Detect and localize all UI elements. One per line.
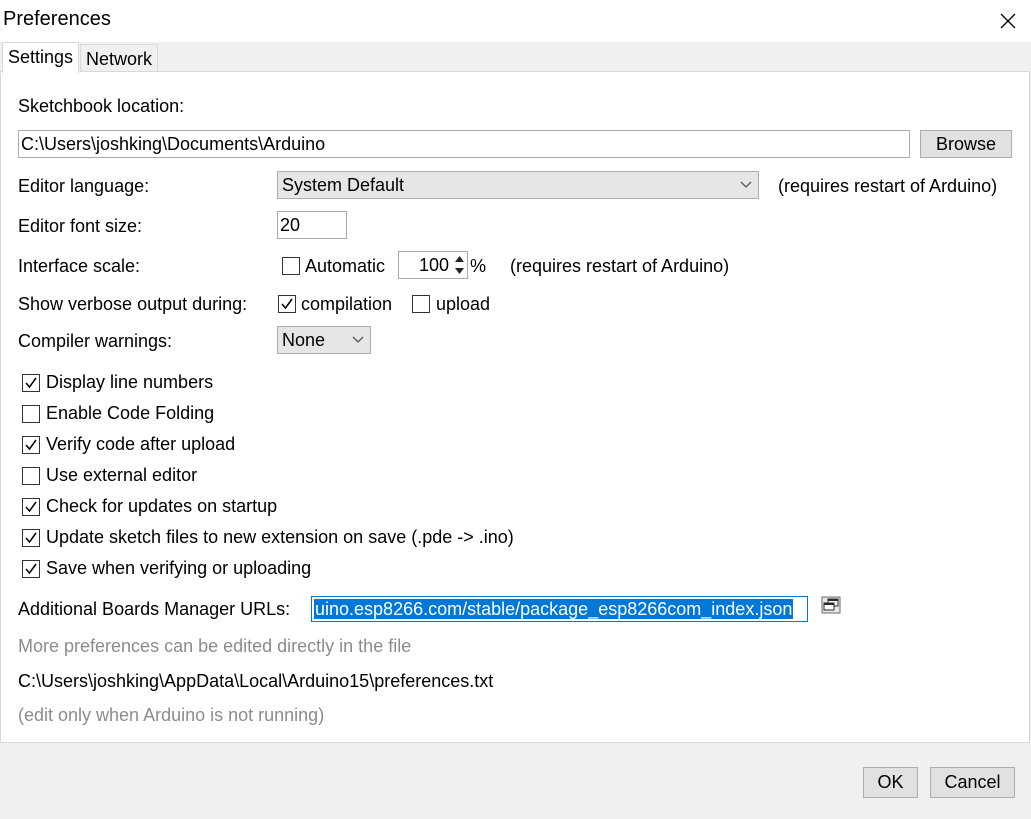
save-when-verifying-checkbox[interactable] — [22, 560, 40, 578]
browse-button[interactable]: Browse — [920, 130, 1012, 158]
tab-settings[interactable]: Settings — [2, 42, 80, 73]
compiler-warnings-select[interactable]: None — [277, 326, 371, 354]
check-icon — [281, 298, 293, 310]
tab-bar: Settings Network — [0, 42, 1031, 73]
option-label: Display line numbers — [46, 372, 214, 392]
verify-code-checkbox[interactable] — [22, 436, 40, 454]
window-title: Preferences — [3, 8, 111, 30]
automatic-checkbox[interactable] — [282, 257, 300, 275]
display-line-numbers-checkbox[interactable] — [22, 374, 40, 392]
chevron-down-icon — [352, 327, 364, 360]
upload-checkbox[interactable] — [412, 295, 430, 313]
sketchbook-location-input[interactable]: C:\Users\joshking\Documents\Arduino — [18, 130, 910, 158]
check-icon — [25, 377, 37, 389]
preferences-file-path: C:\Users\joshking\AppData\Local\Arduino1… — [18, 671, 494, 691]
compiler-warnings-label: Compiler warnings: — [18, 331, 173, 351]
more-prefs-note: More preferences can be edited directly … — [18, 636, 412, 656]
update-extension-checkbox[interactable] — [22, 529, 40, 547]
close-button[interactable] — [985, 0, 1031, 42]
compilation-checkbox[interactable] — [278, 295, 296, 313]
boards-urls-value: uino.esp8266.com/stable/package_esp8266c… — [314, 599, 794, 619]
spinner-arrows-icon — [455, 256, 464, 274]
editor-language-value: System Default — [282, 175, 405, 195]
title-bar: Preferences — [0, 0, 1031, 42]
check-icon — [25, 532, 37, 544]
verbose-label: Show verbose output during: — [18, 294, 248, 314]
check-updates-checkbox[interactable] — [22, 498, 40, 516]
option-label: Save when verifying or uploading — [46, 558, 312, 578]
external-editor-checkbox[interactable] — [22, 467, 40, 485]
edit-note: (edit only when Arduino is not running) — [18, 705, 325, 725]
tab-network[interactable]: Network — [80, 44, 159, 72]
scale-unit: % — [470, 256, 487, 276]
expand-urls-button[interactable] — [821, 596, 841, 614]
spinner-arrows[interactable] — [452, 252, 467, 278]
ok-button[interactable]: OK — [863, 767, 918, 798]
check-icon — [25, 439, 37, 451]
editor-language-note: (requires restart of Arduino) — [778, 176, 998, 196]
expand-window-icon — [821, 596, 841, 614]
boards-urls-input[interactable]: uino.esp8266.com/stable/package_esp8266c… — [311, 596, 808, 622]
editor-language-label: Editor language: — [18, 176, 150, 196]
interface-scale-label: Interface scale: — [18, 256, 141, 276]
check-icon — [25, 501, 37, 513]
compilation-label: compilation — [301, 294, 393, 314]
font-size-label: Editor font size: — [18, 216, 143, 236]
option-label: Update sketch files to new extension on … — [46, 527, 514, 547]
close-icon — [1000, 13, 1016, 29]
compiler-warnings-value: None — [282, 330, 326, 350]
automatic-label: Automatic — [305, 256, 386, 276]
upload-label: upload — [436, 294, 491, 314]
check-icon — [25, 563, 37, 575]
boards-urls-label: Additional Boards Manager URLs: — [18, 599, 291, 619]
interface-scale-note: (requires restart of Arduino) — [510, 256, 730, 276]
option-label: Verify code after upload — [46, 434, 236, 454]
chevron-down-icon — [740, 172, 752, 205]
option-label: Use external editor — [46, 465, 198, 485]
enable-code-folding-checkbox[interactable] — [22, 405, 40, 423]
cancel-button[interactable]: Cancel — [930, 767, 1015, 798]
sketchbook-label: Sketchbook location: — [18, 96, 185, 116]
option-label: Check for updates on startup — [46, 496, 278, 516]
font-size-input[interactable]: 20 — [277, 211, 347, 239]
option-label: Enable Code Folding — [46, 403, 215, 423]
editor-language-select[interactable]: System Default — [277, 171, 759, 199]
